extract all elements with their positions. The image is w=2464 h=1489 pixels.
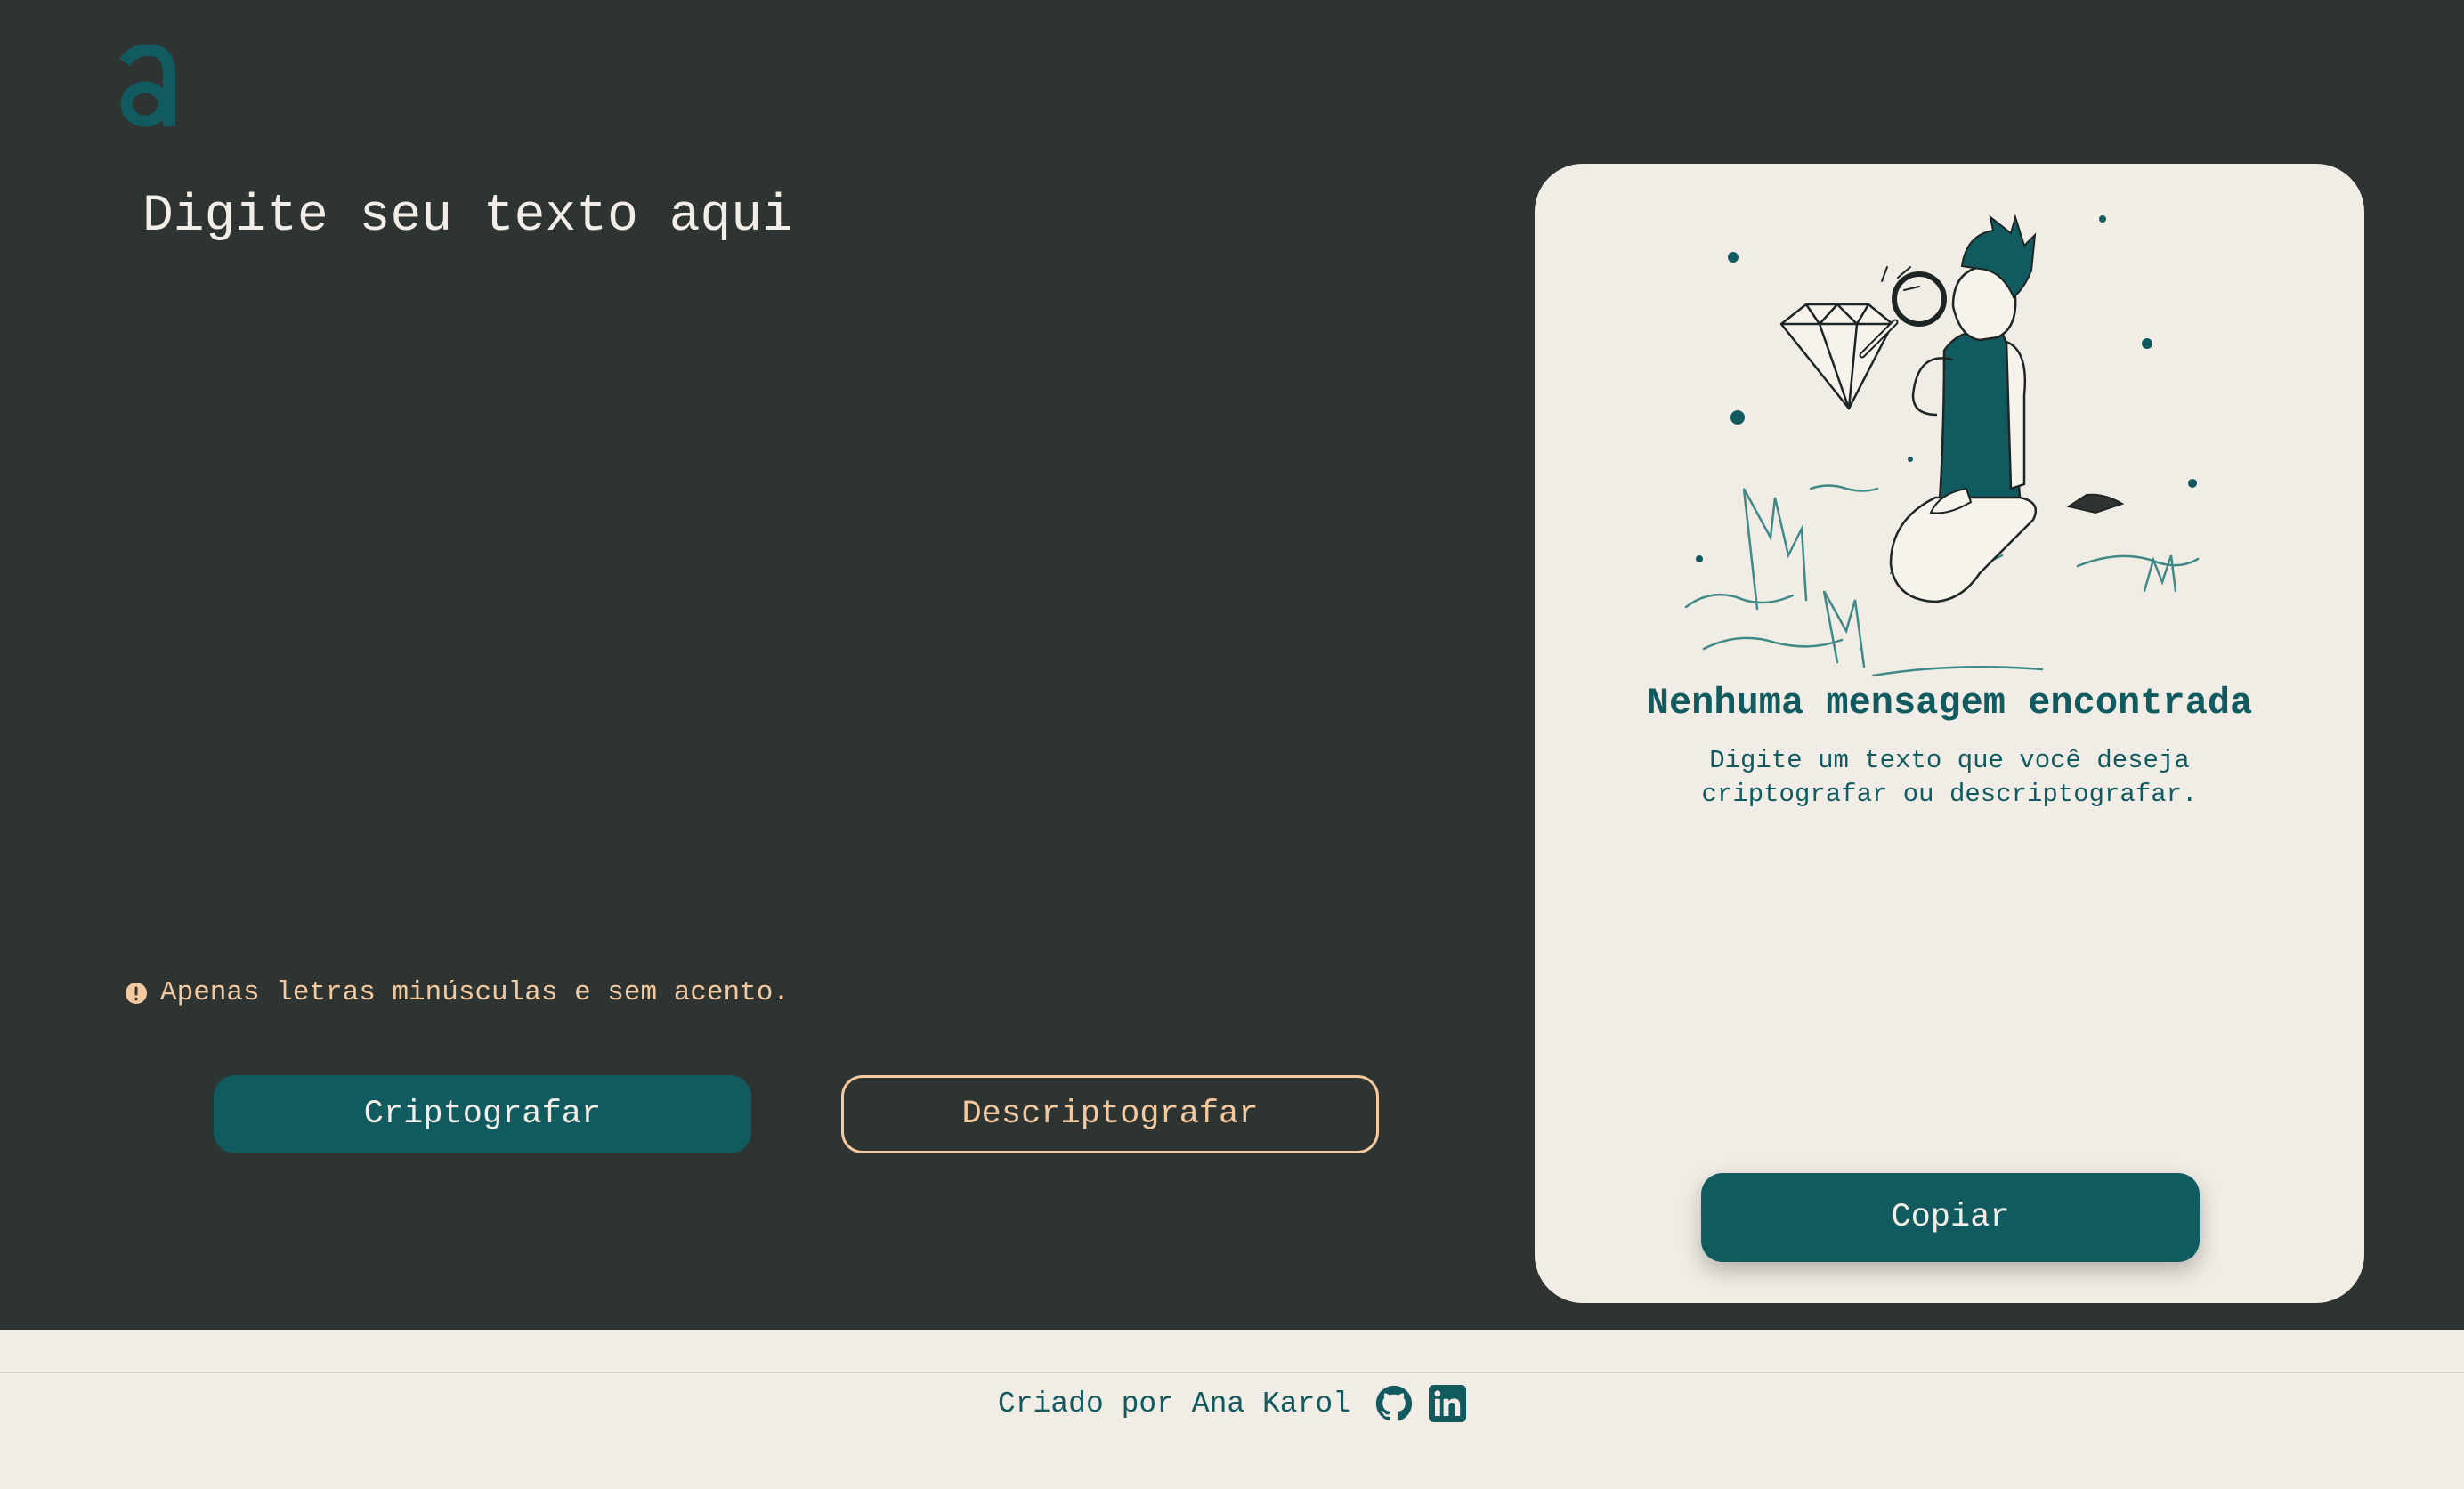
text-input[interactable]: [125, 169, 1406, 926]
main-area: Apenas letras minúsculas e sem acento. C…: [0, 0, 2464, 1330]
warning-text: Apenas letras minúsculas e sem acento.: [160, 977, 790, 1008]
footer-content: Criado por Ana Karol: [0, 1385, 2464, 1422]
decrypt-button[interactable]: Descriptografar: [841, 1075, 1379, 1153]
search-illustration: [1684, 214, 2200, 677]
linkedin-icon: [1429, 1385, 1467, 1422]
output-card: Nenhuma mensagem encontrada Digite um te…: [1535, 164, 2364, 1303]
github-link[interactable]: [1375, 1385, 1413, 1422]
linkedin-link[interactable]: [1429, 1385, 1467, 1422]
copy-button[interactable]: Copiar: [1701, 1173, 2200, 1262]
footer-divider: [0, 1372, 2464, 1373]
empty-state-description: Digite um texto que você deseja criptogr…: [1701, 746, 2198, 809]
github-icon: [1375, 1385, 1413, 1421]
logo-icon: [119, 45, 175, 127]
warning-message: Apenas letras minúsculas e sem acento.: [125, 977, 790, 1008]
exclamation-circle-icon: [126, 982, 147, 1004]
empty-state-title: Nenhuma mensagem encontrada: [1646, 682, 2253, 724]
footer-credit: Criado por Ana Karol: [997, 1387, 1351, 1420]
encrypt-button[interactable]: Criptografar: [214, 1075, 751, 1153]
footer: Criado por Ana Karol: [0, 1330, 2464, 1489]
